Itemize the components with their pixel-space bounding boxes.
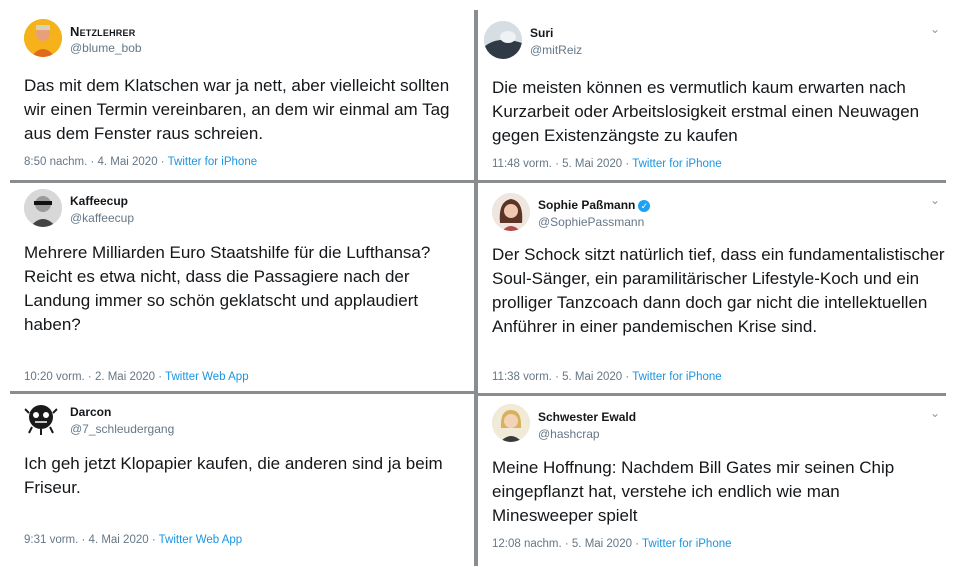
tweet-meta: 8:50 nachm. · 4. Mai 2020 · Twitter for … xyxy=(24,156,257,168)
avatar[interactable] xyxy=(484,21,522,59)
avatar-person-icon xyxy=(24,189,62,227)
chevron-down-icon[interactable]: ⌄ xyxy=(930,193,940,207)
tweet-source[interactable]: Twitter for iPhone xyxy=(642,538,731,550)
tweet-meta: 11:48 vorm. · 5. Mai 2020 · Twitter for … xyxy=(492,158,722,170)
avatar-monster-icon xyxy=(22,400,60,438)
tweet-card[interactable]: Schwester Ewald @hashcrap ⌄ Meine Hoffnu… xyxy=(478,396,946,566)
tweet-text: Die meisten können es vermutlich kaum er… xyxy=(492,78,920,145)
tweet-source[interactable]: Twitter for iPhone xyxy=(632,371,721,383)
display-name[interactable]: Suri xyxy=(530,26,553,40)
tweet-meta: 9:31 vorm. · 4. Mai 2020 · Twitter Web A… xyxy=(24,534,242,546)
avatar[interactable] xyxy=(22,400,60,438)
tweet-text: Das mit dem Klatschen war ja nett, aber … xyxy=(24,76,450,143)
tweet-timestamp[interactable]: 11:48 vorm. · 5. Mai 2020 · xyxy=(492,158,632,170)
tweet-card[interactable]: Sophie Paßmann ✓ @SophiePassmann ⌄ Der Sc… xyxy=(478,183,946,393)
avatar-person-icon xyxy=(24,19,62,57)
tweet-text: Meine Hoffnung: Nachdem Bill Gates mir s… xyxy=(492,458,895,525)
user-handle[interactable]: @blume_bob xyxy=(70,41,142,55)
tweet-card[interactable]: Netzlehrer @blume_bob Das mit dem Klatsc… xyxy=(10,10,474,180)
tweet-source[interactable]: Twitter Web App xyxy=(165,371,249,383)
display-name[interactable]: Netzlehrer xyxy=(70,24,135,39)
tweet-source[interactable]: Twitter for iPhone xyxy=(632,158,721,170)
tweet-source[interactable]: Twitter Web App xyxy=(159,534,243,546)
tweet-meta: 10:20 vorm. · 2. Mai 2020 · Twitter Web … xyxy=(24,371,249,383)
tweet-text: Mehrere Milliarden Euro Staatshilfe für … xyxy=(24,243,431,334)
user-handle[interactable]: @mitReiz xyxy=(530,43,582,57)
tweet-card[interactable]: Darcon @7_schleudergang Ich geh jetzt Kl… xyxy=(10,394,474,566)
tweet-collage: Netzlehrer @blume_bob Das mit dem Klatsc… xyxy=(10,10,946,566)
avatar[interactable] xyxy=(24,19,62,57)
user-handle[interactable]: @7_schleudergang xyxy=(70,422,174,436)
avatar-person-icon xyxy=(492,404,530,442)
user-handle[interactable]: @SophiePassmann xyxy=(538,215,644,229)
display-name[interactable]: Schwester Ewald xyxy=(538,410,636,424)
chevron-down-icon[interactable]: ⌄ xyxy=(930,22,940,36)
verified-badge-icon: ✓ xyxy=(638,199,651,212)
tweet-timestamp[interactable]: 9:31 vorm. · 4. Mai 2020 · xyxy=(24,534,159,546)
avatar[interactable] xyxy=(492,404,530,442)
avatar[interactable] xyxy=(492,193,530,231)
display-name[interactable]: Sophie Paßmann ✓ xyxy=(538,198,651,212)
display-name[interactable]: Kaffeecup xyxy=(70,194,128,208)
avatar-person-icon xyxy=(484,21,522,59)
tweet-timestamp[interactable]: 8:50 nachm. · 4. Mai 2020 · xyxy=(24,156,168,168)
tweet-text: Ich geh jetzt Klopapier kaufen, die ande… xyxy=(24,454,443,497)
tweet-timestamp[interactable]: 11:38 vorm. · 5. Mai 2020 · xyxy=(492,371,632,383)
chevron-down-icon[interactable]: ⌄ xyxy=(930,406,940,420)
avatar-person-icon xyxy=(492,193,530,231)
display-name[interactable]: Darcon xyxy=(70,405,111,419)
tweet-text: Der Schock sitzt natürlich tief, dass ei… xyxy=(492,245,945,336)
tweet-source[interactable]: Twitter for iPhone xyxy=(168,156,257,168)
tweet-card[interactable]: Suri @mitReiz ⌄ Die meisten können es ve… xyxy=(478,10,946,180)
tweet-meta: 11:38 vorm. · 5. Mai 2020 · Twitter for … xyxy=(492,371,722,383)
user-handle[interactable]: @hashcrap xyxy=(538,427,600,441)
tweet-meta: 12:08 nachm. · 5. Mai 2020 · Twitter for… xyxy=(492,538,732,550)
tweet-timestamp[interactable]: 12:08 nachm. · 5. Mai 2020 · xyxy=(492,538,642,550)
avatar[interactable] xyxy=(24,189,62,227)
tweet-card[interactable]: Kaffeecup @kaffeecup Mehrere Milliarden … xyxy=(10,183,474,391)
user-handle[interactable]: @kaffeecup xyxy=(70,211,134,225)
display-name-text[interactable]: Sophie Paßmann xyxy=(538,198,635,212)
tweet-timestamp[interactable]: 10:20 vorm. · 2. Mai 2020 · xyxy=(24,371,165,383)
